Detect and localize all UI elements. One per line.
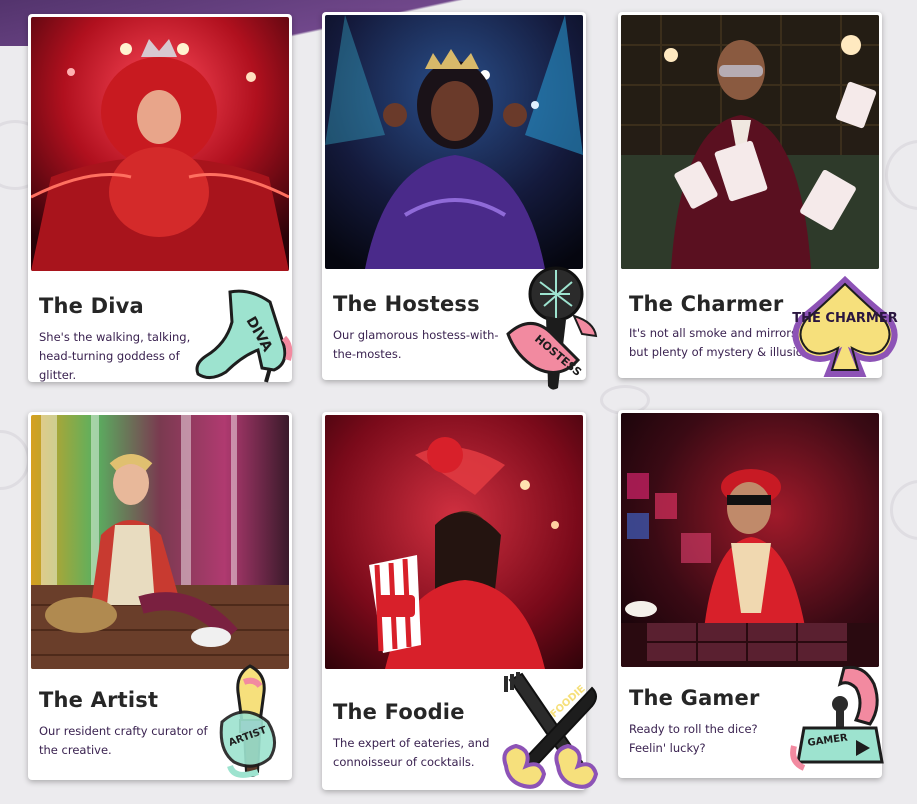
svg-text:THE CHARMER: THE CHARMER [792,311,897,326]
persona-card-gamer[interactable]: The Gamer Ready to roll the dice? Feelin… [618,410,884,778]
persona-card-artist[interactable]: The Artist Our resident crafty curator o… [28,412,292,780]
persona-card-charmer[interactable]: The Charmer It's not all smoke and mirro… [618,12,898,378]
background-doodle [0,430,30,490]
spade-icon: THE CHARMER [790,274,900,378]
charmer-photo [621,15,879,269]
artist-photo [31,415,289,669]
fork-knife-icon: FOODIE [496,670,602,794]
persona-title: The Foodie [333,700,465,724]
persona-card-hostess[interactable]: The Hostess Our glamorous hostess-with-t… [322,12,598,390]
joystick-icon: GAMER [790,662,890,774]
persona-card-foodie[interactable]: The Foodie The expert of eateries, and c… [322,412,599,790]
persona-description: The expert of eateries, and connoisseur … [333,736,490,769]
persona-title: The Gamer [629,686,760,710]
persona-title: The Hostess [333,292,480,316]
persona-title: The Charmer [629,292,784,316]
background-doodle [885,140,917,210]
persona-title: The Diva [39,294,144,318]
persona-card-diva[interactable]: The Diva She's the walking, talking, hea… [28,14,293,383]
persona-description: Ready to roll the dice? Feelin' lucky? [629,722,758,755]
background-doodle [890,480,917,540]
microphone-icon: HOSTESS [500,264,600,394]
persona-title: The Artist [39,688,159,712]
hostess-photo [325,15,583,269]
foodie-photo [325,415,583,669]
high-heel-icon: DIVA [192,286,296,384]
gamer-photo [621,413,879,667]
persona-description: She's the walking, talking, head-turning… [39,330,191,382]
persona-description: Our glamorous hostess-with-the-mostes. [333,328,499,361]
paintbrush-icon: ARTIST [214,662,294,786]
diva-photo [31,17,289,271]
persona-description: Our resident crafty curator of the creat… [39,724,208,757]
